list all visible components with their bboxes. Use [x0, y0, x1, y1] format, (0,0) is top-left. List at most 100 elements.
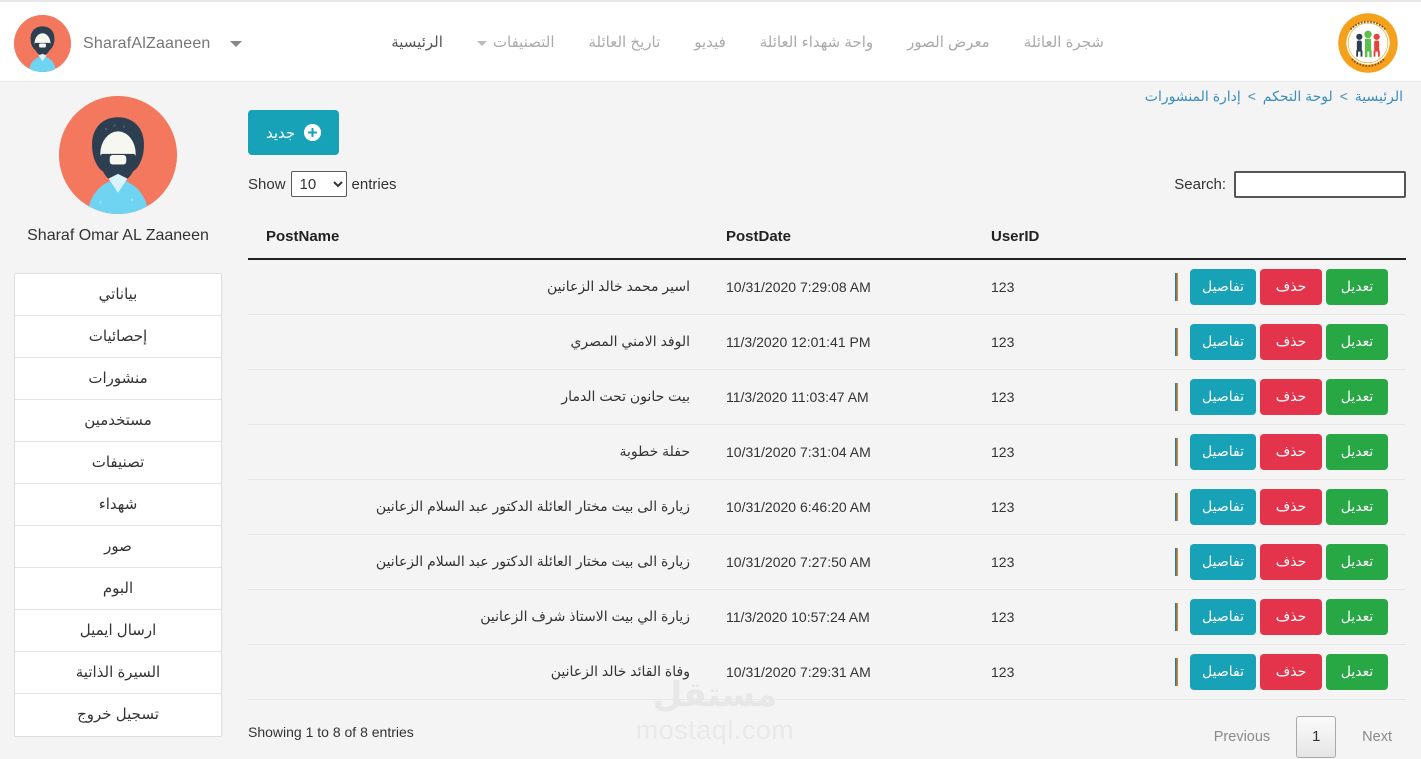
details-button[interactable]: تفاصيل [1190, 268, 1256, 305]
cell-actions: تعديل حذف تفاصيل [1153, 589, 1406, 645]
avatar [59, 96, 177, 214]
cell-userid: 123 [973, 644, 1153, 700]
cell-actions: تعديل حذف تفاصيل [1153, 479, 1406, 535]
new-post-button[interactable]: جديد [248, 110, 340, 155]
sidebar-item-users[interactable]: مستخدمين [15, 400, 221, 442]
column-header-actions [1153, 218, 1406, 260]
pagination-page-1[interactable]: 1 [1296, 715, 1337, 758]
navbar-links: الرئيسية التصنيفات تاريخ العائلة فيديو و… [374, 2, 1121, 84]
table-row: زيارة الي بيت الاستاذ شرف الزعانين 11/3/… [248, 589, 1406, 645]
delete-button[interactable]: حذف [1260, 653, 1322, 690]
posts-table-body: اسير محمد خالد الزعانين 10/31/2020 7:29:… [248, 259, 1406, 700]
delete-button[interactable]: حذف [1260, 543, 1322, 580]
breadcrumb-item-dashboard[interactable]: لوحة التحكم [1263, 88, 1333, 104]
table-row: بيت حانون تحت الدمار 11/3/2020 11:03:47 … [248, 369, 1406, 425]
nav-link-photo-gallery[interactable]: معرض الصور [890, 2, 1007, 84]
delete-button[interactable]: حذف [1260, 268, 1322, 305]
cell-userid: 123 [973, 424, 1153, 480]
row-marker-icon [1175, 327, 1179, 356]
top-navbar: SharafAlZaaneen الرئيسية التصنيفات تاريخ… [0, 0, 1421, 82]
entries-label: entries [351, 175, 397, 193]
nav-link-family-history[interactable]: تاريخ العائلة [572, 2, 678, 84]
edit-button[interactable]: تعديل [1326, 543, 1388, 580]
edit-button[interactable]: تعديل [1326, 653, 1388, 690]
details-button[interactable]: تفاصيل [1190, 598, 1256, 635]
sidebar-item-my-data[interactable]: بياناتي [15, 274, 221, 316]
breadcrumb-separator: > [1339, 88, 1348, 104]
sidebar-item-cv[interactable]: السيرة الذاتية [15, 652, 221, 694]
column-header-postdate[interactable]: PostDate [708, 218, 973, 260]
plus-circle-icon [304, 124, 322, 141]
delete-button[interactable]: حذف [1260, 488, 1322, 525]
sidebar-item-logout[interactable]: تسجيل خروج [15, 694, 221, 736]
cell-postdate: 10/31/2020 6:46:20 AM [708, 479, 973, 535]
sidebar-item-send-email[interactable]: ارسال ايميل [15, 610, 221, 652]
table-row: الوفد الامني المصري 11/3/2020 12:01:41 P… [248, 314, 1406, 370]
cell-actions: تعديل حذف تفاصيل [1153, 259, 1406, 315]
nav-link-categories[interactable]: التصنيفات [460, 2, 572, 84]
cell-actions: تعديل حذف تفاصيل [1153, 369, 1406, 425]
sidebar-item-categories[interactable]: تصنيفات [15, 442, 221, 484]
cell-postname: اسير محمد خالد الزعانين [248, 259, 708, 315]
new-post-button-label: جديد [266, 124, 296, 142]
details-button[interactable]: تفاصيل [1190, 433, 1256, 470]
delete-button[interactable]: حذف [1260, 433, 1322, 470]
delete-button[interactable]: حذف [1260, 323, 1322, 360]
breadcrumb-separator: > [1247, 88, 1256, 104]
entries-info: Showing 1 to 8 of 8 entries [248, 723, 414, 740]
sidebar-item-martyrs[interactable]: شهداء [15, 484, 221, 526]
sidebar-item-album[interactable]: البوم [15, 568, 221, 610]
edit-button[interactable]: تعديل [1326, 378, 1388, 415]
edit-button[interactable]: تعديل [1326, 323, 1388, 360]
sidebar-item-posts[interactable]: منشورات [15, 358, 221, 400]
row-marker-icon [1175, 547, 1179, 576]
edit-button[interactable]: تعديل [1326, 598, 1388, 635]
cell-postname: حفلة خطوبة [248, 424, 708, 480]
cell-postname: بيت حانون تحت الدمار [248, 369, 708, 425]
sidebar-menu: بياناتي إحصائيات منشورات مستخدمين تصنيفا… [14, 273, 222, 737]
search-label: Search: [1174, 176, 1226, 193]
family-association-logo-icon[interactable] [1337, 12, 1399, 74]
nav-link-martyrs-oasis[interactable]: واحة شهداء العائلة [743, 2, 890, 84]
details-button[interactable]: تفاصيل [1190, 543, 1256, 580]
row-marker-icon [1175, 272, 1179, 301]
search-input[interactable] [1234, 171, 1406, 198]
nav-link-home[interactable]: الرئيسية [374, 2, 460, 84]
sidebar-item-photos[interactable]: صور [15, 526, 221, 568]
delete-button[interactable]: حذف [1260, 378, 1322, 415]
show-label: Show [248, 175, 286, 193]
cell-actions: تعديل حذف تفاصيل [1153, 424, 1406, 480]
details-button[interactable]: تفاصيل [1190, 378, 1256, 415]
pagination-next[interactable]: Next [1348, 721, 1406, 753]
app-page: SharafAlZaaneen الرئيسية التصنيفات تاريخ… [0, 0, 1421, 759]
table-row: زيارة الى بيت مختار العائلة الدكتور عبد … [248, 479, 1406, 535]
delete-button[interactable]: حذف [1260, 598, 1322, 635]
chevron-down-icon[interactable] [229, 40, 242, 47]
details-button[interactable]: تفاصيل [1190, 323, 1256, 360]
column-header-postname[interactable]: PostName [248, 218, 708, 260]
datatable-controls: Show 10 25 50 100 entries Search: [248, 171, 1406, 205]
pagination-previous[interactable]: Previous [1200, 721, 1284, 753]
nav-link-video[interactable]: فيديو [677, 2, 743, 84]
column-header-userid[interactable]: UserID [973, 218, 1153, 260]
row-marker-icon [1175, 437, 1179, 466]
cell-userid: 123 [973, 259, 1153, 315]
row-marker-icon [1175, 492, 1179, 521]
posts-table-head: PostName PostDate UserID [248, 218, 1406, 260]
entries-per-page-select[interactable]: 10 25 50 100 [290, 171, 347, 197]
cell-userid: 123 [973, 314, 1153, 370]
details-button[interactable]: تفاصيل [1190, 653, 1256, 690]
nav-link-family-tree[interactable]: شجرة العائلة [1007, 2, 1121, 84]
navbar-user-menu[interactable]: SharafAlZaaneen [14, 15, 242, 72]
details-button[interactable]: تفاصيل [1190, 488, 1256, 525]
cell-postname: زيارة الي بيت الاستاذ شرف الزعانين [248, 589, 708, 645]
edit-button[interactable]: تعديل [1326, 433, 1388, 470]
breadcrumb-item-home[interactable]: الرئيسية [1355, 88, 1403, 104]
profile-card: Sharaf Omar AL Zaaneen [14, 96, 222, 245]
edit-button[interactable]: تعديل [1326, 268, 1388, 305]
sidebar-item-statistics[interactable]: إحصائيات [15, 316, 221, 358]
cell-postname: زيارة الى بيت مختار العائلة الدكتور عبد … [248, 534, 708, 590]
search-control: Search: [1174, 171, 1406, 198]
cell-postdate: 10/31/2020 7:31:04 AM [708, 424, 973, 480]
edit-button[interactable]: تعديل [1326, 488, 1388, 525]
